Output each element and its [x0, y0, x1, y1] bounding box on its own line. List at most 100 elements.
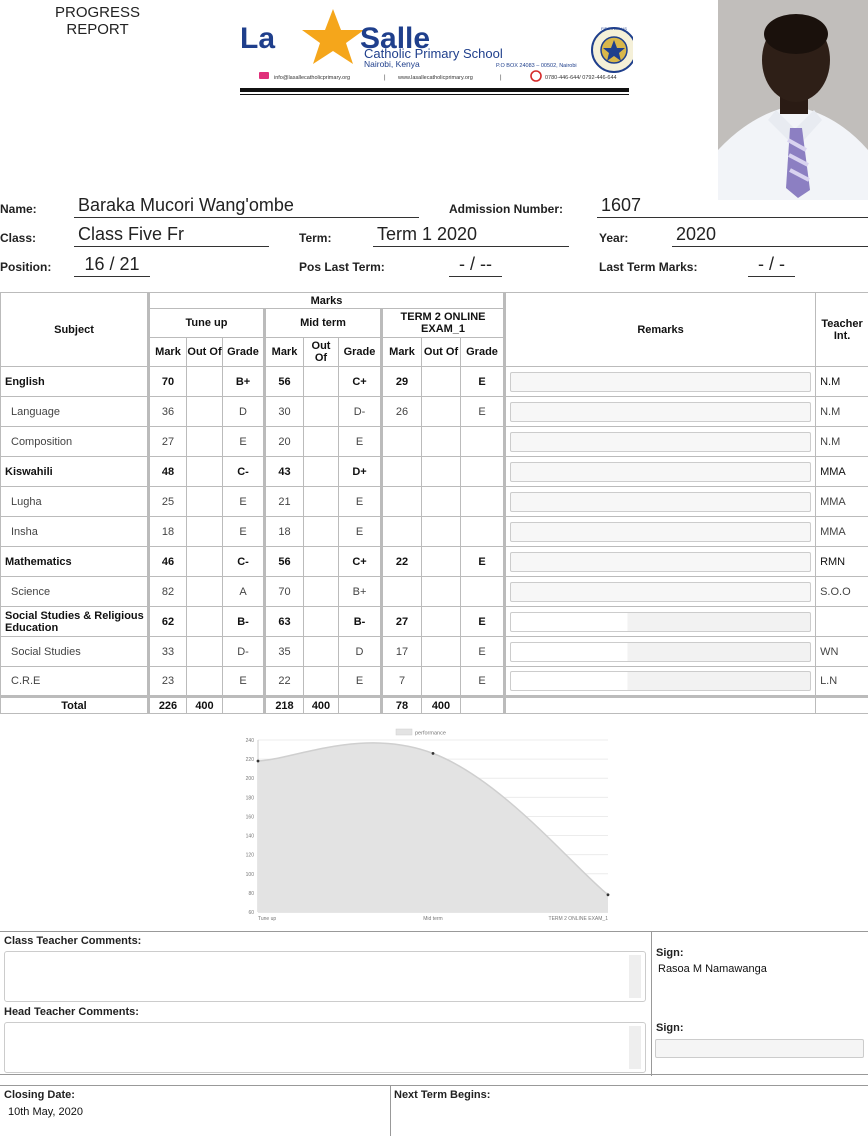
- y-tick-label: 240: [246, 738, 255, 744]
- teacher-initials: N.M: [815, 426, 868, 457]
- mark-cell: 62: [148, 606, 187, 637]
- table-row: Social Studies 33 D- 35 D 17 E WN: [0, 636, 868, 667]
- teacher-initials: [815, 606, 868, 637]
- data-point: [431, 751, 435, 755]
- table-row: English 70 B+ 56 C+ 29 E N.M: [0, 366, 868, 397]
- mark-cell: 70: [148, 366, 187, 397]
- mark-cell: 56: [264, 546, 304, 577]
- pos-last-term-label: Pos Last Term:: [299, 260, 385, 274]
- mark-cell: 22: [264, 666, 304, 697]
- legend-label: performance: [415, 731, 446, 737]
- grade-cell: C-: [222, 546, 266, 577]
- outof-cell: [303, 606, 339, 637]
- admission-number: 1607: [597, 194, 868, 218]
- phone-icon: [530, 70, 542, 82]
- grade-cell: E: [222, 426, 266, 457]
- outof-cell: [421, 366, 461, 397]
- remarks-input[interactable]: [510, 551, 812, 572]
- remarks-input[interactable]: [510, 581, 812, 602]
- total-outof: 400: [303, 695, 339, 714]
- remarks-input[interactable]: [510, 431, 812, 452]
- outof-cell: [421, 426, 461, 457]
- remarks-input[interactable]: [510, 401, 812, 422]
- class-teacher-comment: [5, 952, 645, 960]
- series-area: [258, 742, 608, 912]
- mark-cell: 21: [264, 486, 304, 517]
- outof-cell: [303, 516, 339, 547]
- grade-cell: D-: [338, 396, 383, 427]
- pos-last-term: - / --: [449, 253, 502, 277]
- table-row: Kiswahili 48 C- 43 D+ MMA: [0, 456, 868, 487]
- mark-cell: 35: [264, 636, 304, 667]
- y-tick-label: 140: [246, 834, 255, 840]
- grade-col-header: Grade: [338, 337, 383, 367]
- remarks-input[interactable]: [510, 371, 812, 392]
- outof-cell: [186, 606, 223, 637]
- remarks-input[interactable]: [510, 671, 812, 691]
- grade-cell: E: [338, 486, 383, 517]
- x-tick-label: Tune up: [258, 916, 276, 922]
- table-row: Lugha 25 E 21 E MMA: [0, 486, 868, 517]
- outof-cell: [303, 666, 339, 697]
- position-label: Position:: [0, 260, 52, 274]
- remarks-cell: [504, 486, 817, 517]
- head-teacher-comment-box[interactable]: [4, 1022, 646, 1073]
- mark-cell: 23: [148, 666, 187, 697]
- name-label: Name:: [0, 202, 37, 216]
- total-mark: 226: [148, 695, 187, 714]
- mark-cell: 26: [381, 396, 422, 427]
- table-row: Social Studies & Religious Education 62 B-…: [0, 606, 868, 637]
- grade-cell: E: [338, 666, 383, 697]
- outof-cell: [186, 396, 223, 427]
- mark-cell: 22: [381, 546, 422, 577]
- remarks-input[interactable]: [510, 611, 812, 632]
- grade-cell: [459, 486, 507, 517]
- teacher-initials: L.N: [815, 666, 868, 697]
- sign-label: Sign:: [656, 947, 684, 959]
- y-tick-label: 220: [246, 757, 255, 763]
- grade-cell: E: [459, 666, 507, 697]
- last-term-marks: - / -: [748, 253, 795, 277]
- teacher-header: Teacher Int.: [815, 292, 868, 367]
- report-title-line2: REPORT: [66, 21, 129, 38]
- head-teacher-sign-field[interactable]: [655, 1039, 864, 1058]
- outof-cell: [421, 606, 461, 637]
- total-outof: 400: [421, 695, 461, 714]
- next-term-label: Next Term Begins:: [394, 1089, 491, 1101]
- grade-cell: C-: [222, 456, 266, 487]
- y-tick-label: 100: [246, 872, 255, 878]
- exam-header-3: TERM 2 ONLINE EXAM_1: [380, 308, 507, 338]
- outof-cell: [186, 426, 223, 457]
- subject-name: English: [0, 366, 150, 397]
- school-crest-icon: FIDES ZELUS: [591, 26, 637, 73]
- outof-cell: [303, 546, 339, 577]
- remarks-input[interactable]: [510, 521, 812, 542]
- crest-motto: FIDES ZELUS: [601, 26, 627, 31]
- class-teacher-comments-label: Class Teacher Comments:: [4, 935, 142, 947]
- subject-header: Subject: [0, 292, 150, 367]
- scrollbar[interactable]: [629, 955, 641, 998]
- performance-chart: 60 80 100 120 140 160 180 200 220 240 Tune up Mid t…: [238, 726, 618, 926]
- svg-text:|: |: [500, 75, 502, 81]
- admission-label: Admission Number:: [449, 202, 564, 216]
- remarks-input[interactable]: [510, 491, 812, 512]
- student-year: 2020: [672, 223, 868, 247]
- outof-cell: [186, 486, 223, 517]
- x-tick-label: TERM 2 ONLINE EXAM_1: [549, 916, 609, 922]
- grade-cell: E: [459, 396, 507, 427]
- grade-cell: C+: [338, 366, 383, 397]
- subject-name: Composition: [0, 426, 150, 457]
- logo-location: Nairobi, Kenya: [364, 59, 420, 69]
- class-teacher-comment-box[interactable]: [4, 951, 646, 1002]
- exam-header-1: Tune up: [148, 308, 266, 338]
- remarks-cell: [504, 396, 817, 427]
- table-row: C.R.E 23 E 22 E 7 E L.N: [0, 666, 868, 697]
- remarks-input[interactable]: [510, 641, 812, 662]
- sign-label: Sign:: [656, 1022, 684, 1034]
- remarks-input[interactable]: [510, 461, 812, 482]
- report-title-line1: PROGRESS: [54, 4, 141, 21]
- scrollbar[interactable]: [629, 1026, 641, 1069]
- mark-cell: 48: [148, 456, 187, 487]
- outof-cell: [186, 516, 223, 547]
- outof-cell: [186, 546, 223, 577]
